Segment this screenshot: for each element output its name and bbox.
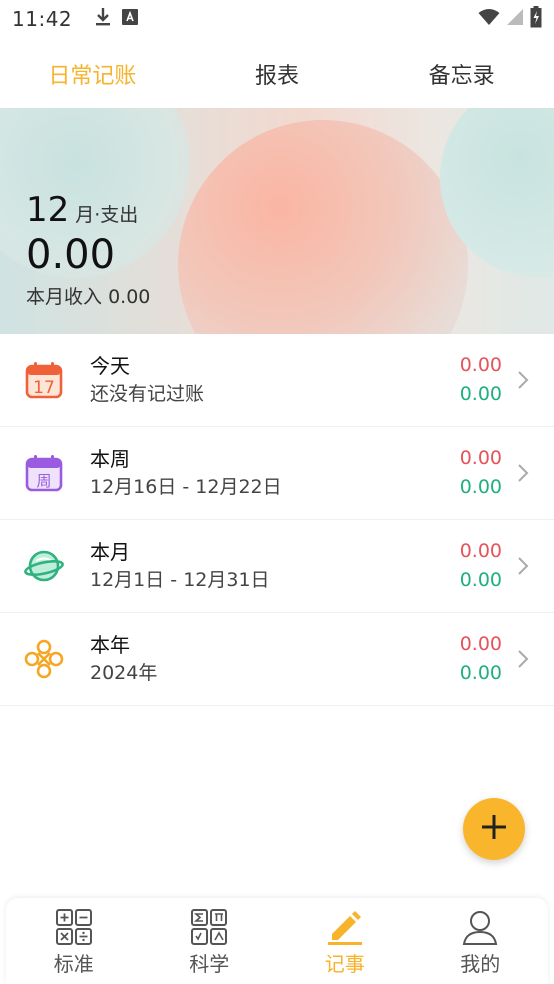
banner-decoration: [178, 120, 468, 334]
row-subtitle: 2024年: [90, 662, 158, 684]
chevron-right-icon: [516, 369, 530, 391]
nav-label: 科学: [189, 952, 230, 976]
chevron-right-icon: [516, 648, 530, 670]
monthly-income-label: 本月收入: [26, 286, 103, 308]
summary-row-today[interactable]: 17 今天 还没有记过账 0.00 0.00: [0, 334, 554, 427]
accessibility-icon: [122, 9, 139, 29]
nav-label: 记事: [324, 952, 365, 976]
calendar-today-icon: 17: [24, 360, 64, 400]
nav-label: 标准: [53, 952, 94, 976]
download-icon: [94, 7, 112, 31]
row-subtitle: 12月16日 - 12月22日: [90, 476, 282, 498]
cellular-signal-icon: [506, 8, 524, 30]
monthly-income-value: 0.00: [108, 286, 151, 308]
banner-month: 12: [26, 190, 70, 230]
knot-icon: [24, 639, 64, 679]
scientific-calculator-icon: [190, 908, 228, 946]
row-expense-value: 0.00: [459, 354, 502, 376]
chevron-right-icon: [516, 462, 530, 484]
row-subtitle: 还没有记过账: [90, 383, 205, 405]
top-tab-bar: 日常记账 报表 备忘录: [0, 40, 554, 108]
row-income-value: 0.00: [459, 569, 502, 591]
battery-icon: [530, 6, 542, 32]
nav-notes[interactable]: 记事: [277, 898, 413, 984]
pencil-icon: [326, 908, 364, 946]
row-title: 今天: [90, 354, 130, 378]
standard-calculator-icon: [55, 908, 93, 946]
add-record-button[interactable]: [463, 798, 525, 860]
row-title: 本年: [90, 633, 130, 657]
summary-row-year[interactable]: 本年 2024年 0.00 0.00: [0, 613, 554, 706]
monthly-income-line: 本月收入 0.00: [26, 282, 150, 309]
nav-profile[interactable]: 我的: [413, 898, 549, 984]
bottom-navigation: 标准 科学 记事 我的: [6, 898, 548, 984]
nav-label: 我的: [460, 952, 501, 976]
plus-icon: [480, 813, 508, 845]
tab-daily-bookkeeping[interactable]: 日常记账: [0, 40, 185, 108]
svg-text:17: 17: [33, 378, 55, 398]
row-expense-value: 0.00: [459, 633, 502, 655]
nav-standard[interactable]: 标准: [6, 898, 142, 984]
summary-list: 17 今天 还没有记过账 0.00 0.00 周 本周 12月16日 - 12月…: [0, 334, 554, 706]
row-income-value: 0.00: [459, 662, 502, 684]
calendar-week-icon: 周: [24, 453, 64, 493]
row-expense-value: 0.00: [459, 540, 502, 562]
tab-memo[interactable]: 备忘录: [369, 40, 554, 108]
row-income-value: 0.00: [459, 476, 502, 498]
row-subtitle: 12月1日 - 12月31日: [90, 569, 270, 591]
svg-text:周: 周: [36, 472, 51, 490]
wifi-icon: [478, 8, 500, 30]
summary-row-week[interactable]: 周 本周 12月16日 - 12月22日 0.00 0.00: [0, 427, 554, 520]
tab-reports[interactable]: 报表: [185, 40, 370, 108]
monthly-expense-amount: 0.00: [26, 232, 116, 278]
row-title: 本周: [90, 447, 130, 471]
status-bar: 11:42: [0, 0, 554, 38]
status-time: 11:42: [12, 7, 73, 31]
row-title: 本月: [90, 540, 130, 564]
summary-row-month[interactable]: 本月 12月1日 - 12月31日 0.00 0.00: [0, 520, 554, 613]
profile-icon: [461, 908, 499, 946]
monthly-summary-banner[interactable]: 12 月·支出 0.00 本月收入 0.00: [0, 108, 554, 334]
planet-icon: [24, 546, 64, 586]
chevron-right-icon: [516, 555, 530, 577]
banner-month-suffix: 月·支出: [75, 204, 139, 226]
nav-scientific[interactable]: 科学: [142, 898, 278, 984]
row-expense-value: 0.00: [459, 447, 502, 469]
row-income-value: 0.00: [459, 383, 502, 405]
